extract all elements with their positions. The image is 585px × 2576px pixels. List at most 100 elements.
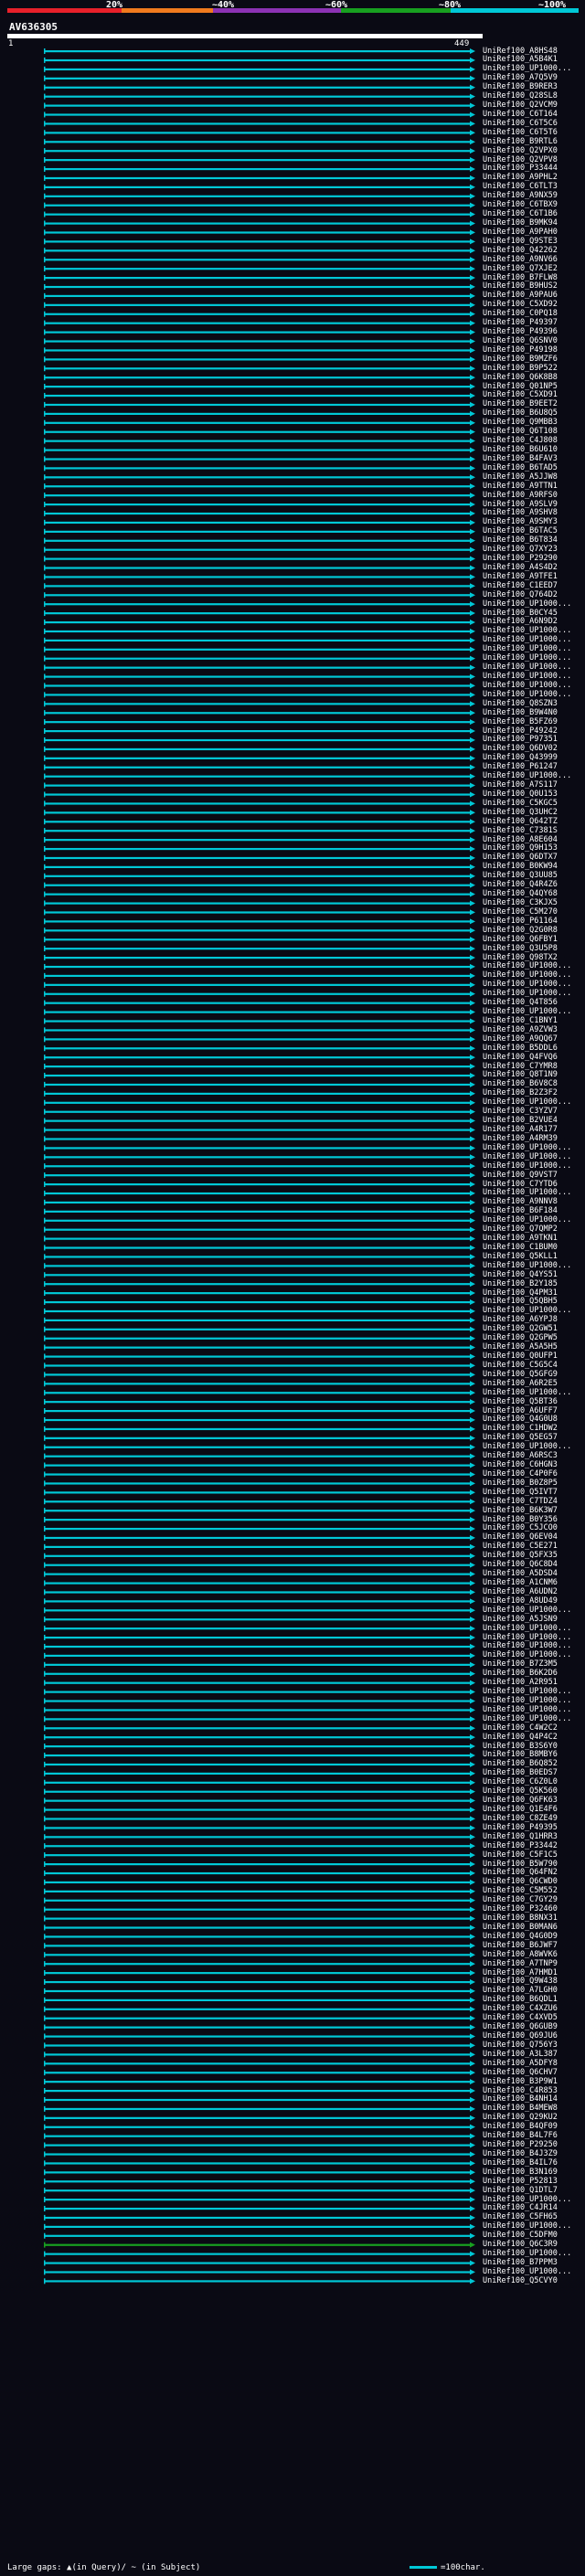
hit-bar[interactable] bbox=[44, 648, 470, 651]
hit-label[interactable]: UniRef100_UP1000... bbox=[483, 65, 571, 73]
hit-label[interactable]: UniRef100_Q4FVQ6 bbox=[483, 1053, 558, 1062]
hit-bar[interactable] bbox=[44, 2253, 470, 2255]
hit-label[interactable]: UniRef100_UP1000... bbox=[483, 772, 571, 780]
hit-bar[interactable] bbox=[44, 1119, 470, 1122]
hit-bar[interactable] bbox=[44, 1183, 470, 1186]
hit-bar[interactable] bbox=[44, 992, 470, 995]
hit-label[interactable]: UniRef100_Q6C3R9 bbox=[483, 2241, 558, 2249]
hit-label[interactable]: UniRef100_Q6FK63 bbox=[483, 1797, 558, 1805]
hit-label[interactable]: UniRef100_C5XD92 bbox=[483, 301, 558, 309]
hit-bar[interactable] bbox=[44, 1926, 470, 1929]
hit-label[interactable]: UniRef100_A4S4D2 bbox=[483, 563, 558, 572]
hit-label[interactable]: UniRef100_Q2VCM9 bbox=[483, 101, 558, 110]
hit-bar[interactable] bbox=[44, 86, 470, 89]
hit-bar[interactable] bbox=[44, 983, 470, 986]
hit-label[interactable]: UniRef100_UP1000... bbox=[483, 1642, 571, 1650]
hit-bar[interactable] bbox=[44, 141, 470, 143]
hit-bar[interactable] bbox=[44, 1083, 470, 1087]
hit-label[interactable]: UniRef100_Q0UFP1 bbox=[483, 1352, 558, 1361]
hit-label[interactable]: UniRef100_Q01NP5 bbox=[483, 382, 558, 391]
hit-bar[interactable] bbox=[44, 1029, 470, 1032]
hit-label[interactable]: UniRef100_B3S6Y0 bbox=[483, 1742, 558, 1751]
hit-label[interactable]: UniRef100_Q2VPV8 bbox=[483, 155, 558, 164]
hit-label[interactable]: UniRef100_Q1E4F6 bbox=[483, 1805, 558, 1814]
hit-bar[interactable] bbox=[44, 412, 470, 415]
hit-bar[interactable] bbox=[44, 1954, 470, 1956]
hit-bar[interactable] bbox=[44, 929, 470, 932]
hit-bar[interactable] bbox=[44, 1265, 470, 1267]
hit-bar[interactable] bbox=[44, 657, 470, 660]
hit-bar[interactable] bbox=[44, 268, 470, 270]
hit-label[interactable]: UniRef100_P61164 bbox=[483, 917, 558, 926]
hit-bar[interactable] bbox=[44, 730, 470, 733]
hit-label[interactable]: UniRef100_B0Z8P5 bbox=[483, 1479, 558, 1488]
hit-label[interactable]: UniRef100_A9TTN1 bbox=[483, 482, 558, 491]
hit-bar[interactable] bbox=[44, 884, 470, 886]
hit-bar[interactable] bbox=[44, 285, 470, 289]
hit-label[interactable]: UniRef100_B6TAD5 bbox=[483, 463, 558, 472]
hit-bar[interactable] bbox=[44, 1908, 470, 1911]
hit-label[interactable]: UniRef100_B5FZ69 bbox=[483, 717, 558, 726]
hit-bar[interactable] bbox=[44, 1709, 470, 1712]
hit-bar[interactable] bbox=[44, 902, 470, 905]
hit-label[interactable]: UniRef100_P49395 bbox=[483, 1823, 558, 1832]
hit-bar[interactable] bbox=[44, 694, 470, 696]
hit-label[interactable]: UniRef100_Q43999 bbox=[483, 754, 558, 762]
hit-bar[interactable] bbox=[44, 1554, 470, 1557]
hit-label[interactable]: UniRef100_C5JCO0 bbox=[483, 1524, 558, 1532]
hit-bar[interactable] bbox=[44, 1237, 470, 1240]
hit-label[interactable]: UniRef100_UP1000... bbox=[483, 2250, 571, 2258]
hit-label[interactable]: UniRef100_UP1000... bbox=[483, 1216, 571, 1224]
hit-bar[interactable] bbox=[44, 331, 470, 334]
hit-label[interactable]: UniRef100_A9TKN1 bbox=[483, 1235, 558, 1243]
hit-bar[interactable] bbox=[44, 557, 470, 560]
hit-bar[interactable] bbox=[44, 738, 470, 742]
hit-bar[interactable] bbox=[44, 2072, 470, 2074]
hit-label[interactable]: UniRef100_A9PAU6 bbox=[483, 292, 558, 300]
hit-label[interactable]: UniRef100_B6K3W7 bbox=[483, 1506, 558, 1515]
hit-label[interactable]: UniRef100_Q6DV02 bbox=[483, 745, 558, 753]
hit-bar[interactable] bbox=[44, 95, 470, 98]
hit-label[interactable]: UniRef100_A9PAH0 bbox=[483, 228, 558, 237]
hit-label[interactable]: UniRef100_Q2G0R8 bbox=[483, 926, 558, 935]
hit-bar[interactable] bbox=[44, 1808, 470, 1811]
hit-bar[interactable] bbox=[44, 1092, 470, 1095]
hit-label[interactable]: UniRef100_UP1000... bbox=[483, 1688, 571, 1696]
hit-label[interactable]: UniRef100_B9HUS2 bbox=[483, 282, 558, 291]
hit-bar[interactable] bbox=[44, 1165, 470, 1168]
hit-label[interactable]: UniRef100_UP1000... bbox=[483, 1443, 571, 1451]
hit-bar[interactable] bbox=[44, 1890, 470, 1892]
hit-bar[interactable] bbox=[44, 585, 470, 588]
hit-bar[interactable] bbox=[44, 1727, 470, 1730]
hit-label[interactable]: UniRef100_A9SMY3 bbox=[483, 518, 558, 526]
hit-bar[interactable] bbox=[44, 494, 470, 497]
hit-label[interactable]: UniRef100_UP1000... bbox=[483, 1008, 571, 1016]
hit-label[interactable]: UniRef100_Q5CVY0 bbox=[483, 2276, 558, 2285]
hit-bar[interactable] bbox=[44, 965, 470, 969]
hit-label[interactable]: UniRef100_C7YTD6 bbox=[483, 1180, 558, 1189]
hit-label[interactable]: UniRef100_B2Z3F2 bbox=[483, 1089, 558, 1097]
hit-label[interactable]: UniRef100_A2R951 bbox=[483, 1679, 558, 1687]
hit-bar[interactable] bbox=[44, 1609, 470, 1612]
hit-label[interactable]: UniRef100_Q4G0D9 bbox=[483, 1932, 558, 1941]
hit-label[interactable]: UniRef100_B7PPM3 bbox=[483, 2258, 558, 2267]
hit-bar[interactable] bbox=[44, 1192, 470, 1195]
hit-bar[interactable] bbox=[44, 113, 470, 116]
hit-label[interactable]: UniRef100_UP1000... bbox=[483, 636, 571, 644]
hit-label[interactable]: UniRef100_C6T1B6 bbox=[483, 210, 558, 218]
hit-label[interactable]: UniRef100_A8UD49 bbox=[483, 1596, 558, 1606]
hit-bar[interactable] bbox=[44, 1410, 470, 1413]
hit-label[interactable]: UniRef100_C5DFM0 bbox=[483, 2231, 558, 2240]
hit-label[interactable]: UniRef100_UP1000... bbox=[483, 1714, 571, 1723]
hit-label[interactable]: UniRef100_B9RER3 bbox=[483, 83, 558, 91]
hit-label[interactable]: UniRef100_UP1000... bbox=[483, 990, 571, 998]
hit-label[interactable]: UniRef100_B4L7F6 bbox=[483, 2132, 558, 2140]
hit-bar[interactable] bbox=[44, 2044, 470, 2047]
hit-label[interactable]: UniRef100_P52813 bbox=[483, 2177, 558, 2186]
hit-label[interactable]: UniRef100_B9MK94 bbox=[483, 218, 558, 228]
hit-bar[interactable] bbox=[44, 612, 470, 615]
hit-bar[interactable] bbox=[44, 865, 470, 868]
hit-bar[interactable] bbox=[44, 1373, 470, 1376]
hit-label[interactable]: UniRef100_B2VUE4 bbox=[483, 1117, 558, 1125]
hit-bar[interactable] bbox=[44, 2026, 470, 2029]
